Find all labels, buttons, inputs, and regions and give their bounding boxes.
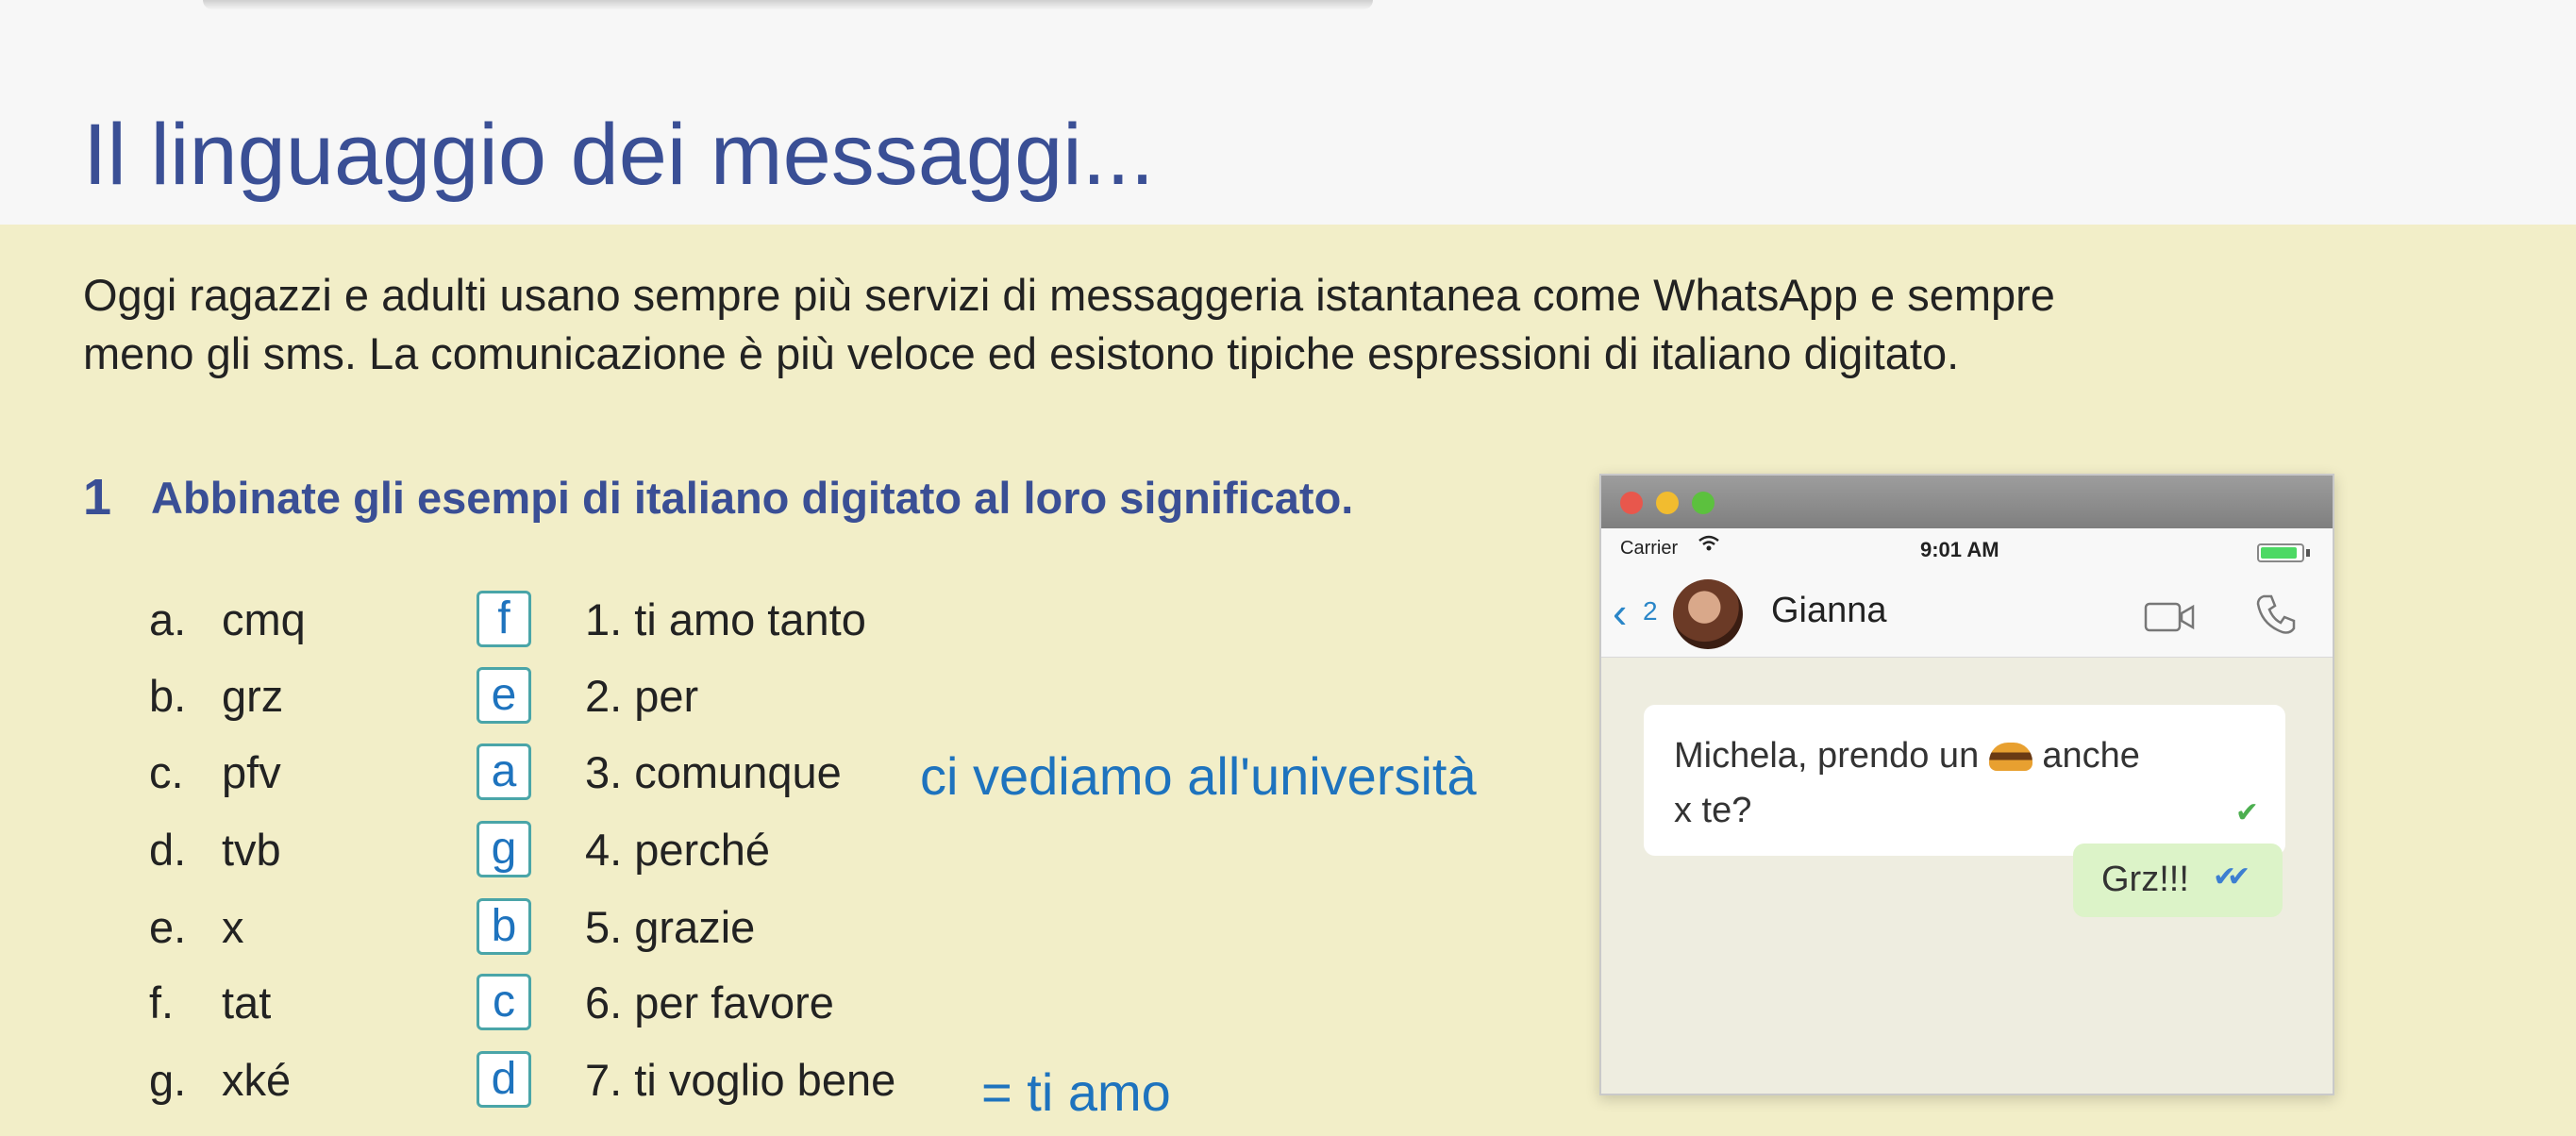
answer-box[interactable]: d [477, 1051, 531, 1108]
meaning-text: per [634, 671, 699, 721]
row-letter: c. [149, 747, 184, 797]
row-letter: b. [149, 671, 187, 721]
close-dot-icon[interactable] [1620, 492, 1643, 514]
answer-box[interactable]: e [477, 667, 531, 724]
row-abbreviation: cmq [222, 594, 306, 644]
row-meaning: 1. ti amo tanto [585, 587, 866, 653]
top-edge-shadow [203, 0, 1373, 9]
meaning-text: per favore [634, 977, 834, 1027]
wifi-icon [1698, 534, 1720, 559]
handwritten-note: ci vediamo all'università [920, 746, 1477, 806]
meaning-number: 1. [585, 594, 623, 644]
meaning-number: 3. [585, 747, 623, 797]
phone-call-icon[interactable] [2252, 591, 2300, 638]
intro-line-1: Oggi ragazzi e adulti usano sempre più s… [83, 270, 2055, 320]
window-titlebar [1601, 476, 2333, 528]
match-row: b. grz e 2. per [0, 663, 1604, 739]
row-meaning: 7. ti voglio bene [585, 1047, 895, 1113]
row-abbreviation: pfv [222, 747, 281, 797]
status-time: 9:01 AM [1920, 538, 1999, 561]
answer-box[interactable]: a [477, 743, 531, 800]
hamburger-emoji-icon [1988, 743, 2032, 771]
row-abbreviation: tvb [222, 825, 281, 875]
meaning-number: 2. [585, 671, 623, 721]
meaning-text: ti amo tanto [634, 594, 866, 644]
chat-header: ‹ 2 Gianna [1601, 570, 2333, 658]
outgoing-message[interactable]: Grz!!! ✔✔ [2073, 844, 2283, 917]
exercise-instruction: Abbinate gli esempi di italiano digitato… [151, 473, 1354, 523]
row-abbreviation: xké [222, 1055, 292, 1105]
row-abbreviation: tat [222, 977, 272, 1027]
outgoing-message-text: Grz!!! [2101, 860, 2189, 899]
match-row: d. tvb g 4. perché [0, 817, 1604, 893]
row-letter: g. [149, 1055, 187, 1105]
incoming-text-line-2: x te? [1674, 791, 1752, 830]
match-row: f. tat c 6. per favore [0, 970, 1604, 1045]
meaning-text: comunque [634, 747, 842, 797]
meaning-text: ti voglio bene [634, 1055, 896, 1105]
incoming-message-text: Michela, prendo un anche x te? [1674, 728, 2259, 838]
meaning-number: 5. [585, 902, 623, 952]
video-call-icon[interactable] [2144, 598, 2197, 636]
avatar[interactable] [1673, 579, 1743, 649]
row-meaning: 5. grazie [585, 894, 755, 961]
incoming-text-part-1: Michela, prendo un [1674, 736, 1980, 776]
match-row: e. x b 5. grazie [0, 894, 1604, 970]
handwritten-note: = ti amo [981, 1062, 1171, 1122]
match-row: g. xké d 7. ti voglio bene [0, 1047, 1604, 1123]
meaning-number: 7. [585, 1055, 623, 1105]
row-meaning: 6. per favore [585, 970, 834, 1036]
meaning-number: 4. [585, 825, 623, 875]
row-letter: d. [149, 825, 187, 875]
contact-name: Gianna [1771, 591, 1887, 630]
row-meaning: 4. perché [585, 817, 770, 883]
double-check-icon: ✔✔ [2213, 861, 2250, 893]
intro-paragraph: Oggi ragazzi e adulti usano sempre più s… [83, 266, 2536, 383]
status-bar: Carrier 9:01 AM [1601, 528, 2333, 570]
row-meaning: 3. comunque [585, 740, 842, 806]
read-check-icon: ✔ [2234, 797, 2259, 828]
meaning-number: 6. [585, 977, 623, 1027]
row-meaning: 2. per [585, 663, 698, 729]
row-abbreviation: x [222, 902, 244, 952]
match-row: a. cmq f 1. ti amo tanto [0, 587, 1604, 662]
answer-box[interactable]: b [477, 898, 531, 955]
incoming-message[interactable]: Michela, prendo un anche x te? ✔ [1644, 705, 2285, 856]
page-title: Il linguaggio dei messaggi... [83, 107, 1155, 203]
meaning-text: perché [634, 825, 770, 875]
unread-count: 2 [1643, 596, 1658, 626]
battery-icon [2257, 543, 2310, 562]
answer-box[interactable]: g [477, 821, 531, 877]
back-chevron-icon[interactable]: ‹ [1613, 587, 1627, 638]
incoming-text-part-2: anche [2042, 736, 2140, 776]
minimize-dot-icon[interactable] [1656, 492, 1679, 514]
row-letter: f. [149, 977, 175, 1027]
intro-line-2: meno gli sms. La comunicazione è più vel… [83, 328, 1960, 378]
carrier-label: Carrier [1620, 538, 1679, 559]
meaning-text: grazie [634, 902, 756, 952]
phone-mockup: Carrier 9:01 AM ‹ 2 Gianna Michela, pren… [1599, 474, 2334, 1095]
answer-box[interactable]: c [477, 974, 531, 1030]
exercise-number: 1 [83, 469, 112, 526]
row-abbreviation: grz [222, 671, 284, 721]
chat-area: Michela, prendo un anche x te? ✔ Grz!!! … [1601, 658, 2333, 1094]
maximize-dot-icon[interactable] [1692, 492, 1715, 514]
answer-box[interactable]: f [477, 591, 531, 647]
row-letter: e. [149, 902, 187, 952]
row-letter: a. [149, 594, 187, 644]
